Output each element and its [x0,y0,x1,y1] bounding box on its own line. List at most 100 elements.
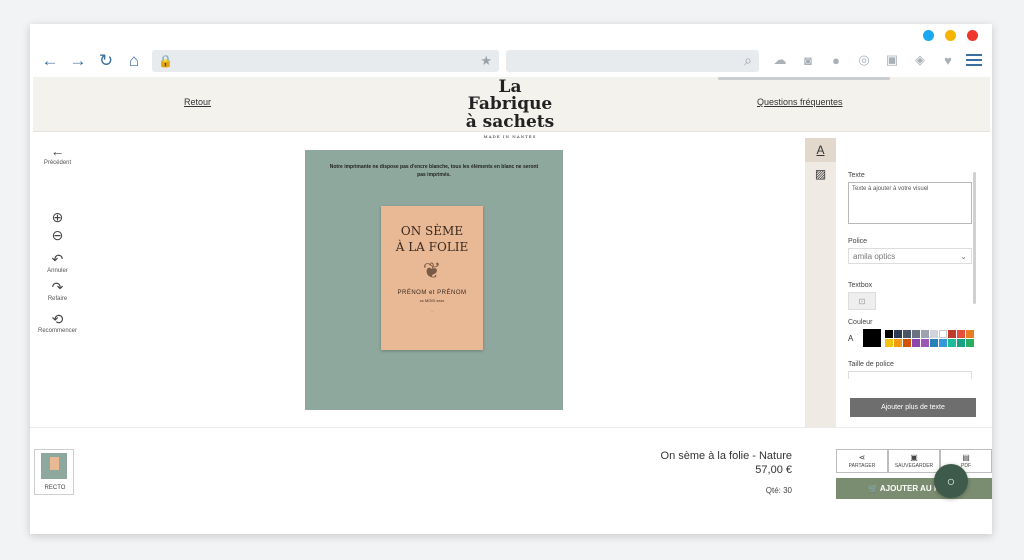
briefcase-icon[interactable]: ▣ [882,50,902,70]
color-swatch[interactable] [939,329,947,338]
card-names[interactable]: PRÉNOM et PRÉNOM [381,290,483,296]
color-swatch[interactable] [930,338,938,347]
chat-bubble-button[interactable]: ○ [934,464,968,498]
color-swatch[interactable] [921,329,929,338]
color-swatch[interactable] [894,338,902,347]
image-tab[interactable]: ▨ [805,162,836,186]
card-title[interactable]: ON SÈME À LA FOLIE [381,224,483,255]
footer-divider [30,427,992,428]
zoom-in-button[interactable]: ⊕ [30,210,85,224]
selected-color-swatch[interactable] [862,329,881,347]
home-icon[interactable]: ⌂ [124,51,144,71]
color-swatch[interactable] [948,338,956,347]
add-to-cart-button[interactable]: 🛒 AJOUTER AU P [836,478,992,499]
color-swatch[interactable] [921,338,929,347]
color-picker: A [848,329,974,347]
font-select[interactable]: amila optics ⌄ [848,248,972,264]
undo-button[interactable]: ↶ Annuler [30,252,85,274]
panel-scrollbar[interactable] [973,172,976,304]
textbox-toggle[interactable]: ⊡ [848,292,876,310]
card-title-line2: À LA FOLIE [395,239,469,254]
forward-arrow-icon[interactable]: → [68,51,88,71]
camera-icon[interactable]: ◙ [798,50,818,70]
chevron-down-icon: ⌄ [960,251,967,261]
thumbnail-image [41,453,67,479]
restart-icon: ⟲ [51,311,64,327]
url-bar[interactable]: 🔒 ★ [152,50,499,72]
logo-line2: à sachets [465,112,555,132]
save-button[interactable]: ▣ SAUVEGARDER [888,449,940,473]
redo-icon: ↷ [51,279,64,295]
lock-icon: 🔒 [158,54,173,68]
faq-link[interactable]: Questions fréquentes [757,97,843,107]
color-swatch[interactable] [966,329,974,338]
recto-thumbnail[interactable]: RECTO [34,449,74,495]
color-swatch[interactable] [885,338,893,347]
color-swatch[interactable] [948,329,956,338]
image-icon: ▨ [814,167,827,181]
browser-window: ← → ↻ ⌂ 🔒 ★ ⌕ ☁ ◙ ● ◎ ▣ ◈ ♥ Retour La Fa… [30,24,992,534]
text-tab[interactable]: A [805,138,836,162]
redo-label: Refaire [47,296,68,302]
window-dot-yellow[interactable] [945,30,956,41]
redo-button[interactable]: ↷ Refaire [30,280,85,302]
product-info: On sème à la folie - Nature 57,00 € Qté:… [661,450,792,495]
cloud-icon[interactable]: ☁ [770,50,790,70]
info-icon[interactable]: ● [826,50,846,70]
shield-icon[interactable]: ◈ [910,50,930,70]
extension-icons: ☁ ◙ ● ◎ ▣ ◈ ♥ [770,50,958,70]
browser-toolbar: ← → ↻ ⌂ 🔒 ★ ⌕ ☁ ◙ ● ◎ ▣ ◈ ♥ [30,46,992,76]
editor-tools: ← Précédent ⊕ ⊖ ↶ Annuler ↷ Refaire ⟲ Re… [30,144,85,334]
browser-search-bar[interactable]: ⌕ [506,50,759,72]
back-arrow-icon[interactable]: ← [40,51,60,71]
window-dot-red[interactable] [967,30,978,41]
color-swatch[interactable] [957,329,965,338]
zoom-out-icon: ⊖ [51,227,64,243]
pdf-icon: ▤ [962,453,970,462]
save-icon: ▣ [910,453,918,462]
couleur-label: Couleur [848,319,873,326]
product-quantity: Qté: 30 [765,486,792,495]
product-price: 57,00 € [755,464,792,476]
color-swatches [885,329,974,347]
restart-label: Recommencer [37,328,77,334]
color-swatch[interactable] [903,338,911,347]
color-swatch[interactable] [885,329,893,338]
previous-button[interactable]: ← Précédent [30,144,85,166]
text-input[interactable]: Texte à ajouter à votre visuel [848,182,972,224]
hamburger-menu-icon[interactable] [966,54,982,69]
color-swatch[interactable] [903,329,911,338]
site-logo[interactable]: La Fabrique à sachets MADE IN NANTES [455,79,565,139]
back-link[interactable]: Retour [184,97,211,107]
window-dot-blue[interactable] [923,30,934,41]
color-swatch[interactable] [930,329,938,338]
textbox-label: Textbox [848,282,873,289]
heart-icon[interactable]: ♥ [938,50,958,70]
signal-icon[interactable]: ◎ [854,50,874,70]
card-title-line1: ON SÈME [400,224,464,238]
color-swatch[interactable] [957,338,965,347]
seed-card-preview[interactable]: ON SÈME À LA FOLIE ❦ PRÉNOM et PRÉNOM xx … [381,206,483,350]
ink-notice: Notre imprimante ne dispose pas d'encre … [329,164,539,178]
color-swatch[interactable] [894,329,902,338]
site-header: Retour La Fabrique à sachets MADE IN NAN… [33,77,990,139]
bookmark-star-icon[interactable]: ★ [480,53,492,69]
zoom-out-button[interactable]: ⊖ [30,228,85,242]
color-swatch[interactable] [939,338,947,347]
textbox-icon: ⊡ [858,296,866,306]
design-canvas[interactable]: Notre imprimante ne dispose pas d'encre … [305,150,563,410]
color-swatch[interactable] [912,329,920,338]
restart-button[interactable]: ⟲ Recommencer [30,312,85,334]
text-options-panel: Texte Texte à ajouter à votre visuel Pol… [848,172,974,379]
card-date[interactable]: xx MOIS xxxx [381,298,483,303]
color-swatch[interactable] [966,338,974,347]
logo-line1: La Fabrique [467,77,553,114]
texte-label: Texte [848,172,865,179]
search-icon: ⌕ [744,52,752,68]
share-button[interactable]: ⋖ PARTAGER [836,449,888,473]
add-text-button[interactable]: Ajouter plus de texte [850,398,976,417]
reload-icon[interactable]: ↻ [96,51,116,71]
color-swatch[interactable] [912,338,920,347]
font-size-input[interactable] [848,371,972,379]
share-label: PARTAGER [848,463,876,469]
